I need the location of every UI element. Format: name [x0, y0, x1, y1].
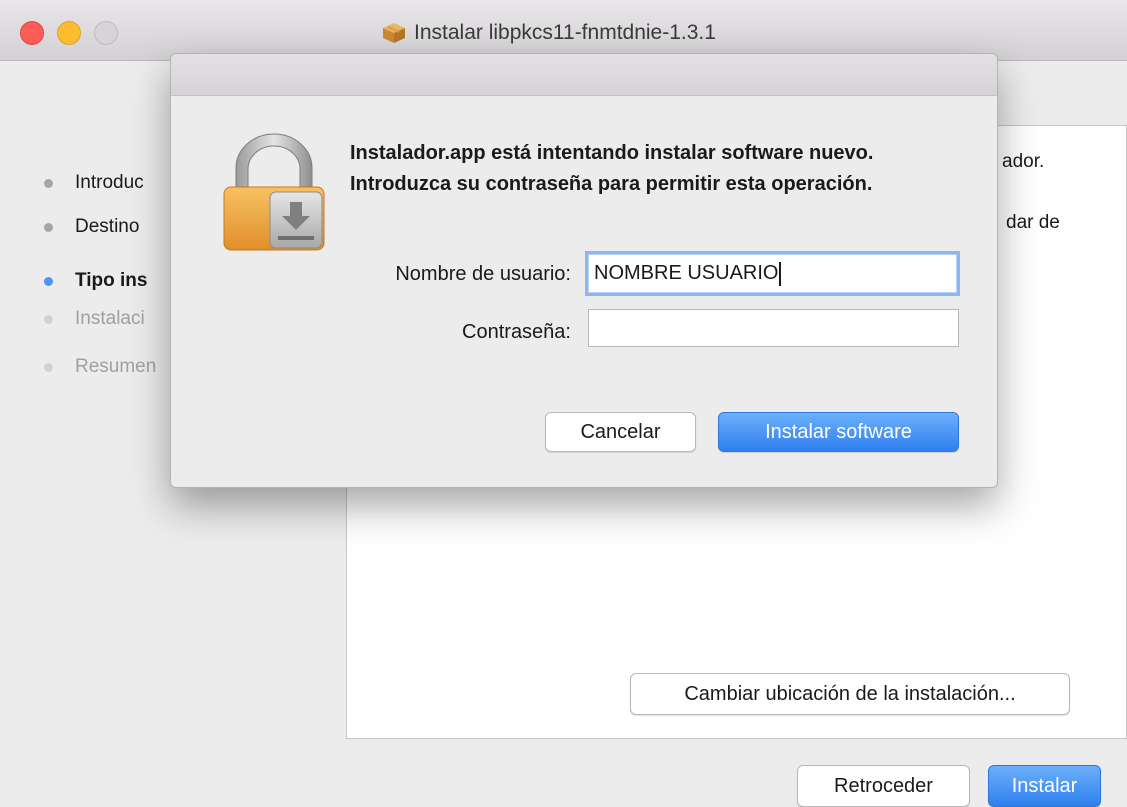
step-dot: [44, 276, 53, 286]
step-label: Tipo ins: [75, 270, 148, 291]
step-dot: [44, 362, 53, 372]
window-title: Instalar libpkcs11-fnmtdnie-1.3.1: [382, 20, 716, 46]
change-install-location-button[interactable]: Cambiar ubicación de la instalación...: [630, 673, 1070, 715]
step-dot: [44, 178, 53, 188]
dialog-title-bar: [171, 54, 997, 96]
step-summary: Resumen: [44, 356, 156, 378]
back-button[interactable]: Retroceder: [797, 765, 970, 807]
close-window-button[interactable]: [20, 21, 44, 45]
cancel-button[interactable]: Cancelar: [545, 412, 696, 452]
title-bar: Instalar libpkcs11-fnmtdnie-1.3.1: [0, 0, 1127, 61]
username-label: Nombre de usuario:: [395, 263, 571, 285]
window-title-text: Instalar libpkcs11-fnmtdnie-1.3.1: [414, 21, 716, 44]
install-button[interactable]: Instalar: [988, 765, 1101, 807]
authentication-dialog: Instalador.app está intentando instalar …: [170, 53, 998, 488]
dialog-message: Instalador.app está intentando instalar …: [350, 142, 874, 195]
step-introduction: Introduc: [44, 172, 144, 194]
step-label: Introduc: [75, 172, 144, 193]
step-label: Resumen: [75, 356, 157, 377]
text-caret: [779, 261, 782, 286]
step-installation-type: Tipo ins: [44, 270, 147, 292]
zoom-window-button[interactable]: [94, 21, 118, 45]
package-icon: [383, 23, 405, 43]
step-dot: [44, 222, 53, 232]
minimize-window-button[interactable]: [57, 21, 81, 45]
username-field[interactable]: NOMBRE USUARIO: [585, 251, 960, 296]
panel-text-line-2: dar de: [1006, 212, 1060, 233]
install-software-button[interactable]: Instalar software: [718, 412, 959, 452]
password-field[interactable]: [588, 309, 959, 347]
step-destination: Destino: [44, 216, 139, 238]
step-installation: Instalaci: [44, 308, 145, 330]
step-dot: [44, 314, 53, 324]
password-label: Contraseña:: [462, 321, 571, 343]
step-label: Destino: [75, 216, 140, 237]
step-label: Instalaci: [75, 308, 145, 329]
lock-icon: [223, 133, 325, 251]
panel-text-line-1: ador.: [1002, 151, 1045, 172]
username-value: NOMBRE USUARIO: [594, 262, 779, 284]
